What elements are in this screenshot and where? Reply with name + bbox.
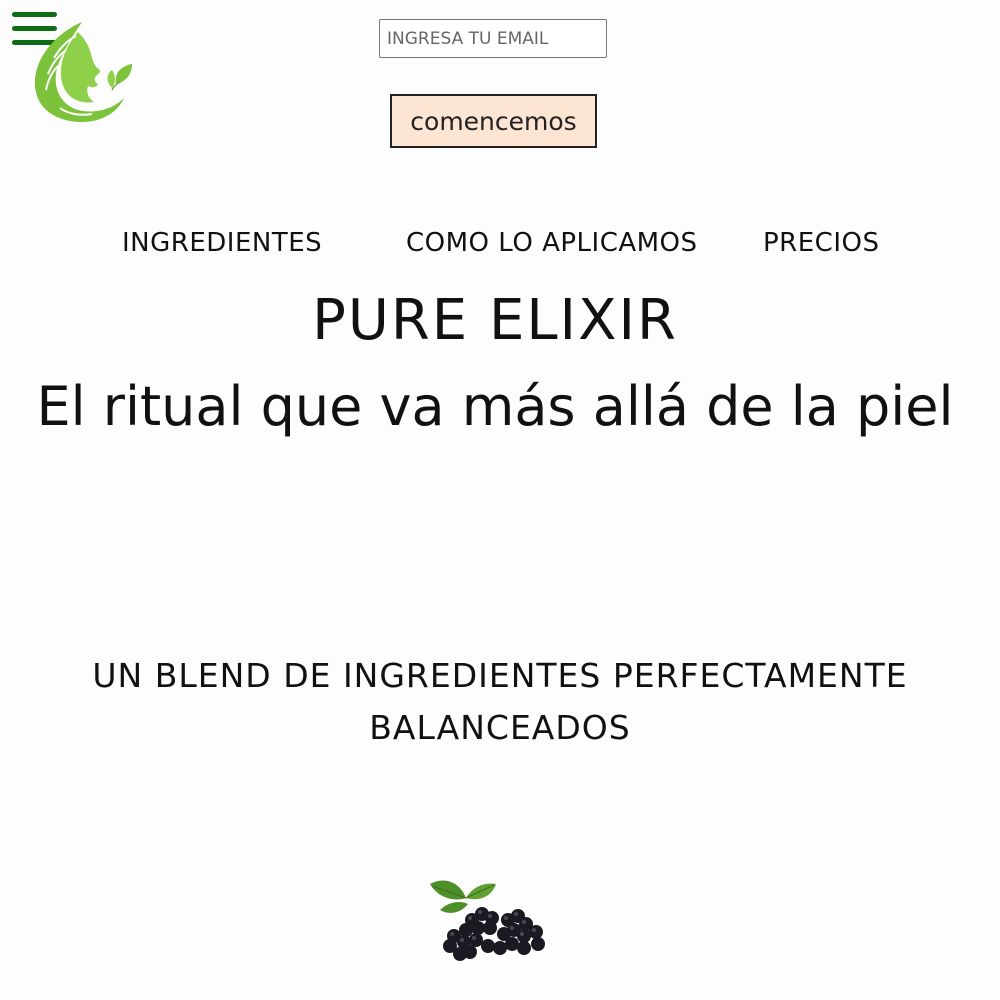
hero-title: PURE ELIXIR <box>312 288 678 353</box>
blackberries-image-icon <box>430 880 545 961</box>
email-input[interactable] <box>379 19 607 58</box>
leaf-woman-logo-icon[interactable] <box>20 18 138 126</box>
ingredients-heading: UN BLEND DE INGREDIENTES PERFECTAMENTE B… <box>92 656 908 747</box>
hero-subtitle: El ritual que va más allá de la piel <box>36 375 954 438</box>
nav-como-lo-aplicamos-link[interactable]: COMO LO APLICAMOS <box>406 228 698 258</box>
comencemos-button[interactable]: comencemos <box>390 94 597 148</box>
nav-precios-link[interactable]: PRECIOS <box>763 228 879 258</box>
nav-ingredientes-link[interactable]: INGREDIENTES <box>122 228 322 258</box>
